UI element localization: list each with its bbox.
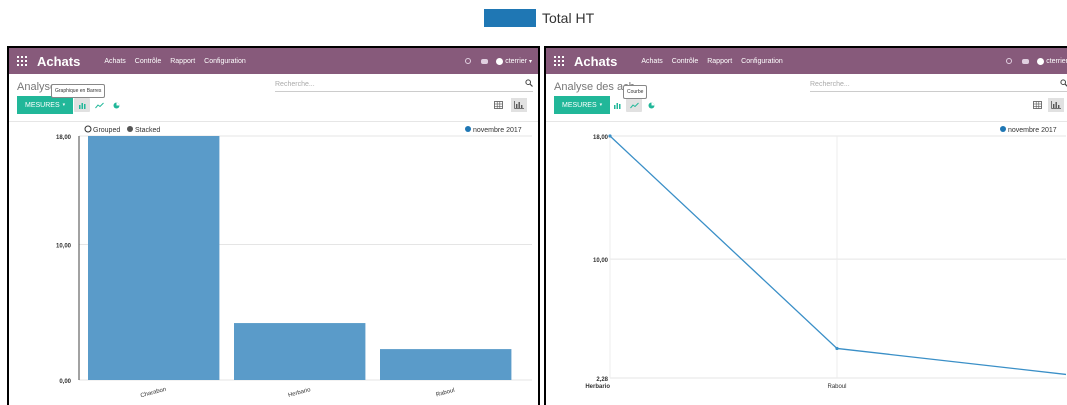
pie-chart-button[interactable] [643,98,659,112]
x-tick-label: Raboul [435,388,455,399]
app-brand[interactable]: Achats [37,54,80,69]
menu-controle[interactable]: Contrôle [135,58,161,65]
mesures-button[interactable]: MESURES ▾ [17,96,74,114]
chart-area: novembre 2017 2,28 10,00 18,00 Herbario Rabou… [546,122,1067,405]
bar-chart-button[interactable] [74,98,90,112]
user-name[interactable]: cterrier [1046,58,1067,65]
grouped-toggle-label: Grouped [93,127,120,134]
search-placeholder: Recherche... [810,81,850,88]
menu-achats[interactable]: Achats [641,58,662,65]
control-panel: Analyse Recherche... MESURES ▾ Graphique… [9,74,538,122]
top-navbar: Achats Achats Contrôle Rapport Configura… [9,48,538,74]
mesures-label: MESURES [562,101,597,109]
x-tick-label: Raboul [827,384,846,390]
menu-controle[interactable]: Contrôle [672,58,698,65]
table-icon [1032,101,1042,109]
graph-view-icon [514,101,524,109]
bar-chart-icon [613,102,620,109]
table-icon [493,101,503,109]
menu-rapport[interactable]: Rapport [707,58,732,65]
chart-type-tooltip: Courbe [623,85,648,99]
data-point [608,134,612,138]
y-tick-label: 18,00 [56,135,72,141]
menu-rapport[interactable]: Rapport [170,58,195,65]
series-legend-label: novembre 2017 [1008,127,1057,134]
mesures-caret-icon: ▾ [599,102,603,108]
chart-area: Grouped Stacked novembre 2017 0,00 10,00 18,0… [9,122,538,405]
screenshot-bar-chart: Achats Achats Contrôle Rapport Configura… [7,46,540,405]
search-input[interactable]: Recherche... [810,78,1067,92]
data-point [835,346,839,351]
bar-chart-button[interactable] [609,98,625,112]
mesures-caret-icon: ▾ [62,102,66,108]
line-chart-button[interactable] [91,98,107,112]
bar-chart-icon [78,102,85,109]
pie-chart-button[interactable] [108,98,124,112]
top-navbar: Achats Achats Contrôle Rapport Configura… [546,48,1067,74]
main-menu: Achats Contrôle Rapport Configuration [641,58,791,65]
menu-configuration[interactable]: Configuration [204,58,246,65]
pie-chart-icon [113,102,119,108]
y-tick-label: 2,28 [596,377,608,383]
mesures-button[interactable]: MESURES ▾ [554,96,611,114]
series-line [609,135,1067,376]
graph-view-button[interactable] [1048,98,1064,112]
legend-label: Total HT [542,10,595,26]
stacked-toggle-label: Stacked [135,127,160,134]
chart-legend: Total HT [484,9,594,27]
user-caret-icon[interactable]: ▾ [529,58,532,65]
y-tick-label: 18,00 [593,135,609,141]
x-tick-label: Herbario [288,387,312,399]
line-chart-icon [629,102,639,108]
bar [234,323,366,380]
apps-grid-icon[interactable] [554,56,564,66]
control-panel: Analyse des ach Recherche... MESURES ▾ C… [546,74,1067,122]
chart-type-tooltip: Graphique en Barres [51,84,106,98]
user-avatar[interactable] [496,57,504,65]
systray: cterrier ▾ [465,48,532,74]
user-avatar[interactable] [1037,57,1045,65]
series-legend-label: novembre 2017 [473,127,522,134]
pivot-view-button[interactable] [1029,98,1045,112]
pie-chart-icon [648,102,654,108]
activity-icon[interactable] [465,58,472,64]
x-tick-label: Charabon [140,387,167,400]
grouped-radio-icon [84,125,92,133]
bar [88,136,220,380]
y-tick-label: 10,00 [593,258,609,264]
search-icon[interactable] [1060,79,1067,87]
line-chart-button[interactable] [626,98,642,112]
messaging-icon[interactable] [1022,58,1030,64]
series-legend-dot [465,126,471,132]
graph-view-icon [1051,101,1061,109]
stacked-radio-icon [127,126,133,132]
main-menu: Achats Contrôle Rapport Configuration [104,58,254,65]
bar [380,349,512,380]
search-placeholder: Recherche... [275,81,315,88]
activity-icon[interactable] [1006,58,1013,64]
y-tick-label: 0,00 [59,379,71,385]
legend-swatch [484,9,536,27]
user-name[interactable]: cterrier [505,58,527,65]
x-tick-label: Herbario [585,384,610,390]
pivot-view-button[interactable] [490,98,506,112]
screenshot-line-chart: Achats Achats Contrôle Rapport Configura… [544,46,1067,405]
systray: cterrier ▾ [1006,48,1067,74]
search-input[interactable]: Recherche... [275,78,533,92]
search-icon[interactable] [525,79,533,87]
mesures-label: MESURES [25,101,60,109]
menu-achats[interactable]: Achats [104,58,125,65]
bar-chart: Grouped Stacked novembre 2017 0,00 10,00 18,0… [56,125,532,400]
menu-configuration[interactable]: Configuration [741,58,783,65]
messaging-icon[interactable] [481,58,489,64]
line-chart-icon [94,102,104,108]
graph-view-button[interactable] [511,98,527,112]
series-legend-dot [1000,126,1006,132]
y-tick-label: 10,00 [56,243,72,249]
line-chart: novembre 2017 2,28 10,00 18,00 Herbario Rabou… [585,126,1067,390]
app-brand[interactable]: Achats [574,54,617,69]
apps-grid-icon[interactable] [17,56,27,66]
